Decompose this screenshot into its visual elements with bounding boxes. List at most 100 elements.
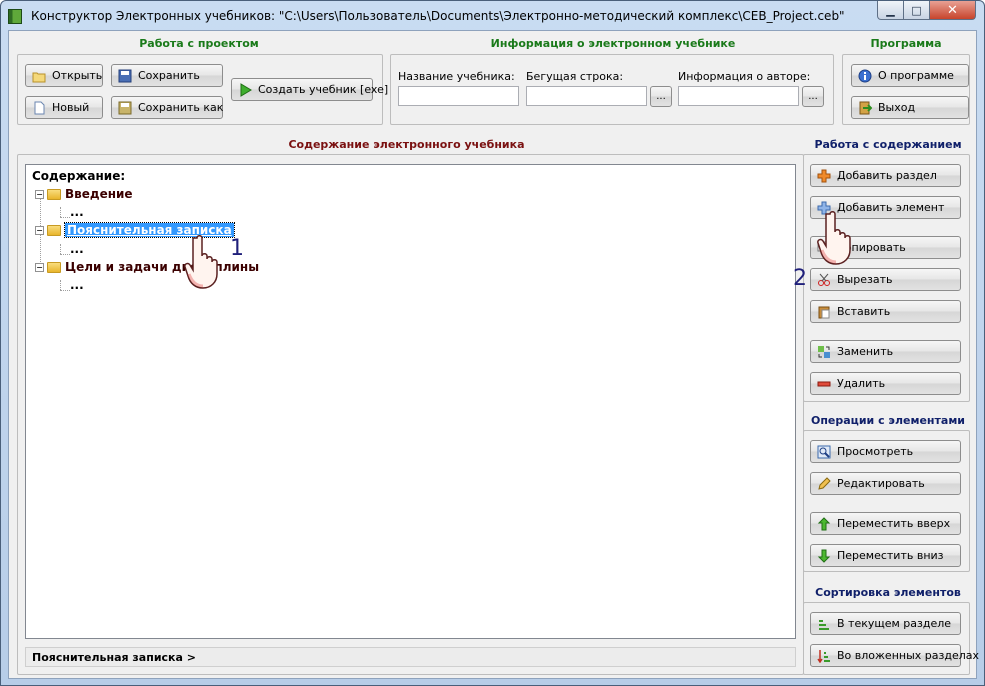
collapse-icon[interactable]: − [35,225,44,235]
content-ops-title: Работа с содержанием [814,138,962,151]
sort-nested-sections-label: Во вложенных разделах [837,649,979,662]
folder-icon [47,224,61,236]
ticker-browse-button[interactable]: ... [650,86,672,107]
ticker-label: Бегущая строка: [526,70,624,83]
save-as-button[interactable]: Сохранить как [111,96,223,119]
save-as-button-label: Сохранить как [138,101,224,114]
content-group-title: Содержание электронного учебника [288,138,525,151]
arrow-down-icon [817,549,831,563]
info-icon [858,69,872,83]
collapse-icon[interactable]: − [35,262,44,272]
tree-root-label: Содержание: [32,169,126,183]
window-title: Конструктор Электронных учебников: "C:\U… [31,9,845,23]
tree-leaf[interactable]: ... [70,242,84,256]
app-book-icon [8,9,22,24]
open-button-label: Открыть [52,69,103,82]
save-as-icon [118,101,132,115]
maximize-button[interactable]: □ [903,1,930,20]
path-status-bar: Пояснительная записка > [25,647,796,667]
pointer-hand-icon [817,211,851,265]
open-button[interactable]: Открыть [25,64,103,87]
delete-button[interactable]: Удалить [810,372,961,395]
paste-button[interactable]: Вставить [810,300,961,323]
author-info-label: Информация о авторе: [678,70,811,83]
edit-label: Редактировать [837,477,925,490]
textbook-name-input[interactable] [398,86,519,106]
about-button-label: О программе [878,69,954,82]
exit-button[interactable]: Выход [851,96,969,119]
view-label: Просмотреть [837,445,914,458]
play-icon [238,82,252,97]
tree-connector [60,207,61,217]
sort-current-section-button[interactable]: В текущем разделе [810,612,961,635]
sort-ops-title: Сортировка элементов [815,586,961,599]
open-folder-icon [32,69,46,83]
minus-red-icon [817,377,831,391]
exit-door-icon [858,101,873,115]
tree-node-label: Цели и задачи дисциплины [65,260,260,274]
add-section-label: Добавить раздел [837,169,937,182]
pointer-hand-icon [184,235,218,289]
paste-label: Вставить [837,305,891,318]
folder-icon [47,261,61,273]
floppy-disk-icon [118,69,132,83]
folder-icon [47,188,61,200]
delete-label: Удалить [837,377,886,390]
build-textbook-button[interactable]: Создать учебник [exe] [231,78,388,101]
move-down-label: Переместить вниз [837,549,944,562]
replace-label: Заменить [837,345,894,358]
tree-leaf[interactable]: ... [70,278,84,292]
view-button[interactable]: Просмотреть [810,440,961,463]
author-info-input[interactable] [678,86,799,106]
project-group-title: Работа с проектом [139,37,259,50]
program-group-title: Программа [870,37,942,50]
about-button[interactable]: О программе [851,64,969,87]
scissors-icon [817,273,831,287]
replace-button[interactable]: Заменить [810,340,961,363]
tree-connector [60,254,70,255]
exit-button-label: Выход [878,101,916,114]
author-browse-button[interactable]: ... [802,86,824,107]
add-section-button[interactable]: Добавить раздел [810,164,961,187]
client-area: Работа с проектом Открыть Сохранить Новы… [8,30,979,679]
pencil-icon [817,476,831,491]
move-down-button[interactable]: Переместить вниз [810,544,961,567]
textbook-name-label: Название учебника: [398,70,515,83]
sort-current-section-label: В текущем разделе [837,617,952,630]
tree-node-introduction[interactable]: − Введение [35,187,133,201]
move-up-label: Переместить вверх [837,517,951,530]
tree-connector [60,217,70,218]
arrow-up-icon [817,516,831,531]
ticker-input[interactable] [526,86,647,106]
cut-button[interactable]: Вырезать [810,268,961,291]
replace-arrows-icon [817,345,831,359]
collapse-icon[interactable]: − [35,189,44,199]
new-document-icon [32,101,46,115]
save-button-label: Сохранить [138,69,200,82]
sort-arrow-icon [817,649,831,663]
build-textbook-label: Создать учебник [exe] [258,83,389,96]
callout-number-1: 1 [230,236,244,261]
title-bar[interactable]: Конструктор Электронных учебников: "C:\U… [1,1,984,31]
element-ops-title: Операции с элементами [810,414,966,427]
info-group-title: Информация о электронном учебнике [490,37,736,50]
plus-orange-icon [817,169,831,183]
new-button[interactable]: Новый [25,96,103,119]
tree-leaf[interactable]: ... [70,205,84,219]
cut-label: Вырезать [837,273,893,286]
save-button[interactable]: Сохранить [111,64,223,87]
edit-button[interactable]: Редактировать [810,472,961,495]
move-up-button[interactable]: Переместить вверх [810,512,961,535]
tree-connector [60,290,70,291]
sort-bars-icon [817,617,831,631]
content-tree[interactable]: Содержание: − Введение ... − Пояснительн… [25,164,796,639]
sort-nested-sections-button[interactable]: Во вложенных разделах [810,644,979,667]
callout-number-2: 2 [793,266,807,291]
new-button-label: Новый [52,101,90,114]
tree-connector [60,244,61,254]
magnifier-icon [817,445,831,459]
clipboard-icon [817,305,831,319]
close-button[interactable]: ✕ [929,1,976,20]
tree-node-goals[interactable]: − Цели и задачи дисциплины [35,260,259,274]
minimize-button[interactable]: ▁ [877,1,904,20]
